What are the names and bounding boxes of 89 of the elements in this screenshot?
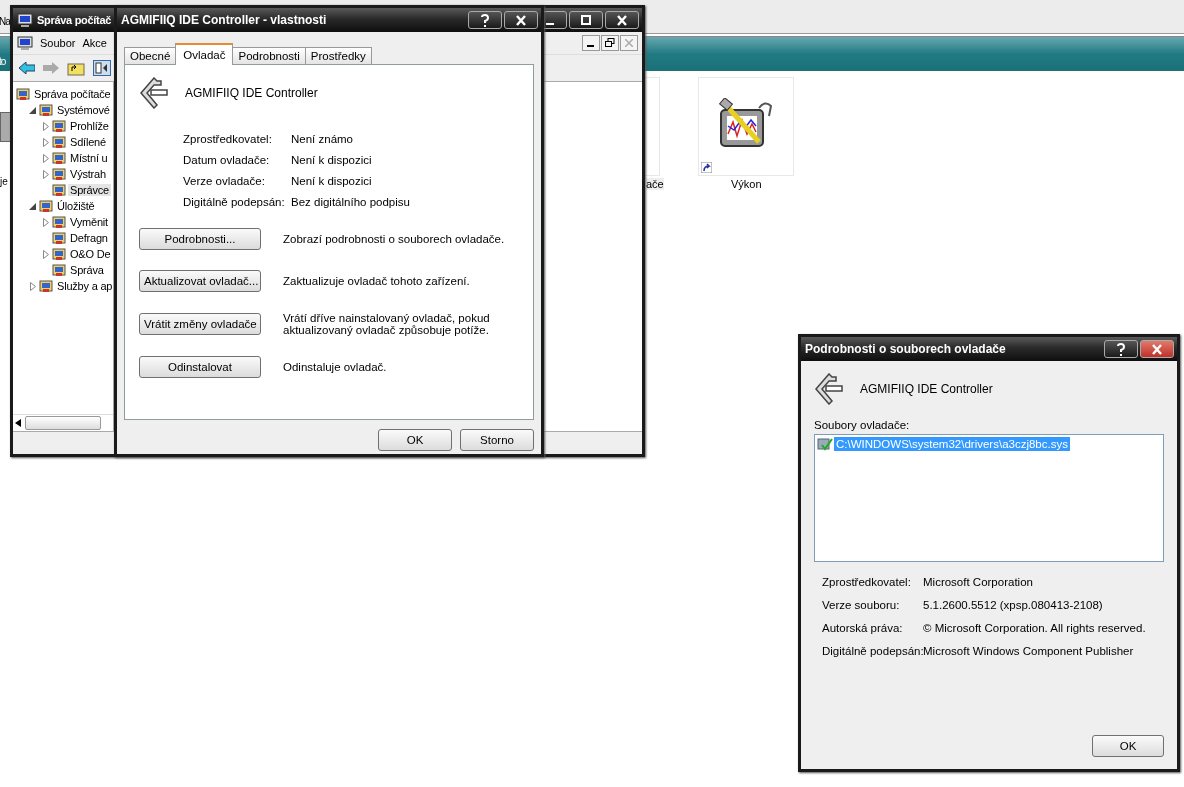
controller-icon — [139, 77, 169, 109]
tab[interactable]: Podrobnosti — [232, 47, 306, 64]
field-label: Autorská práva: — [822, 622, 904, 634]
collapsed-arrow-icon[interactable] — [42, 217, 49, 227]
field-label: Digitálně podepsán: — [183, 196, 286, 208]
close-button[interactable] — [605, 11, 639, 29]
action-description: Zaktualizuje ovladač tohoto zařízení. — [283, 275, 471, 287]
close-icon — [625, 39, 633, 47]
tab[interactable]: Ovladač — [175, 43, 234, 65]
shortcut-arrow-icon — [701, 162, 712, 173]
label-text: je — [0, 176, 8, 187]
label-text: Na — [0, 16, 10, 27]
tree-item[interactable]: Správce — [68, 184, 111, 196]
field-label: Verze souboru: — [822, 599, 901, 611]
action-button[interactable]: Podrobnosti... — [139, 228, 261, 250]
device-name: AGMIFIIQ IDE Controller — [860, 382, 993, 396]
tree-item[interactable]: Správa počítače — [32, 88, 113, 100]
field-label: Zprostředkovatel: — [183, 133, 273, 145]
tab[interactable]: Obecné — [124, 47, 177, 64]
tree-item[interactable]: Správa — [68, 264, 106, 276]
window-title: Podrobnosti o souborech ovladače — [805, 342, 1007, 356]
close-button[interactable] — [504, 11, 538, 29]
field-label: Digitálně podepsán: — [822, 645, 923, 657]
minimize-icon — [546, 23, 554, 25]
tile-label[interactable]: Výkon — [731, 178, 762, 190]
scroll-left-icon[interactable] — [15, 419, 21, 427]
tree-item[interactable]: Služby a ap — [55, 280, 115, 292]
restore-icon — [605, 38, 615, 48]
field-value: Není známo — [291, 133, 354, 145]
maximize-button[interactable] — [569, 11, 603, 29]
restore-button[interactable] — [601, 35, 619, 51]
field-value: Microsoft Windows Component Publisher — [923, 645, 1135, 657]
tab[interactable]: Prostředky — [304, 47, 372, 64]
list-label: Soubory ovladače: — [814, 419, 911, 431]
panel-toggle-icon[interactable] — [93, 60, 111, 76]
field-value: Bez digitálního podpisu — [291, 196, 411, 208]
field-label: Datum ovladače: — [183, 154, 271, 166]
label-text: to — [0, 56, 6, 67]
tree-item[interactable]: Výstrah — [68, 168, 108, 180]
action-description: Odinstaluje ovladač. — [283, 361, 388, 373]
tree-item[interactable]: Defragn — [68, 232, 110, 244]
tree-item[interactable]: Úložiště — [55, 200, 97, 212]
computer-icon — [17, 35, 33, 51]
field-value: © Microsoft Corporation. All rights reserved. — [923, 622, 1147, 634]
field-label: Zprostředkovatel: — [822, 576, 912, 588]
tile-label[interactable]: ače — [646, 178, 664, 190]
folder-up-icon[interactable] — [67, 60, 85, 76]
minimize-button[interactable] — [582, 35, 600, 51]
field-value: Microsoft Corporation — [923, 576, 1034, 588]
collapsed-arrow-icon[interactable] — [42, 249, 49, 259]
scrollbar-thumb[interactable] — [25, 416, 101, 430]
action-description: Zobrazí podrobnosti o souborech ovladače. — [283, 233, 506, 245]
expanded-arrow-icon[interactable] — [29, 106, 36, 114]
tree-item[interactable]: Prohlíže — [68, 120, 111, 132]
tree-item[interactable]: Sdílené — [68, 136, 108, 148]
collapsed-arrow-icon[interactable] — [42, 121, 49, 131]
field-label: Verze ovladače: — [183, 175, 266, 187]
dialog-button[interactable]: OK — [1092, 735, 1164, 757]
action-button[interactable]: Odinstalovat — [139, 356, 261, 378]
help-button[interactable] — [468, 11, 502, 29]
menu-item[interactable]: Akce — [82, 37, 107, 49]
action-description: Vrátí dříve nainstalovaný ovladač, pokud aktualizovaný ovladač způsobuje potíže. — [283, 312, 491, 336]
help-button[interactable] — [1104, 340, 1138, 358]
expanded-arrow-icon[interactable] — [29, 202, 36, 210]
field-value: 5.1.2600.5512 (xpsp.080413-2108) — [923, 599, 1104, 611]
monitor-chart-icon — [719, 98, 775, 150]
field-value: Není k dispozici — [291, 154, 373, 166]
window-title: Správa počítač — [37, 14, 112, 26]
field-value: Není k dispozici — [291, 175, 373, 187]
shortcut-tile[interactable] — [698, 77, 794, 176]
computer-icon — [17, 12, 33, 28]
window-title: AGMIFIIQ IDE Controller - vlastnosti — [121, 13, 328, 27]
tree-item[interactable]: Vyměnit — [68, 216, 110, 228]
collapsed-arrow-icon[interactable] — [29, 281, 36, 291]
menu-item[interactable]: Soubor — [40, 37, 76, 49]
dialog-button[interactable]: OK — [378, 429, 452, 451]
tree-item[interactable]: Místní u — [68, 152, 110, 164]
device-name: AGMIFIIQ IDE Controller — [185, 86, 318, 100]
tree-item[interactable]: O&O De — [68, 248, 113, 260]
collapsed-arrow-icon[interactable] — [42, 137, 49, 147]
collapsed-arrow-icon[interactable] — [42, 169, 49, 179]
action-button[interactable]: Vrátit změny ovladače — [139, 313, 261, 335]
tree-item[interactable]: Systémové — [55, 104, 112, 116]
back-arrow-icon[interactable] — [19, 62, 35, 74]
controller-icon — [814, 373, 844, 405]
file-check-icon — [817, 437, 833, 451]
action-button[interactable]: Aktualizovat ovladač... — [139, 270, 261, 292]
collapsed-arrow-icon[interactable] — [42, 153, 49, 163]
dialog-button[interactable]: Storno — [460, 429, 534, 451]
